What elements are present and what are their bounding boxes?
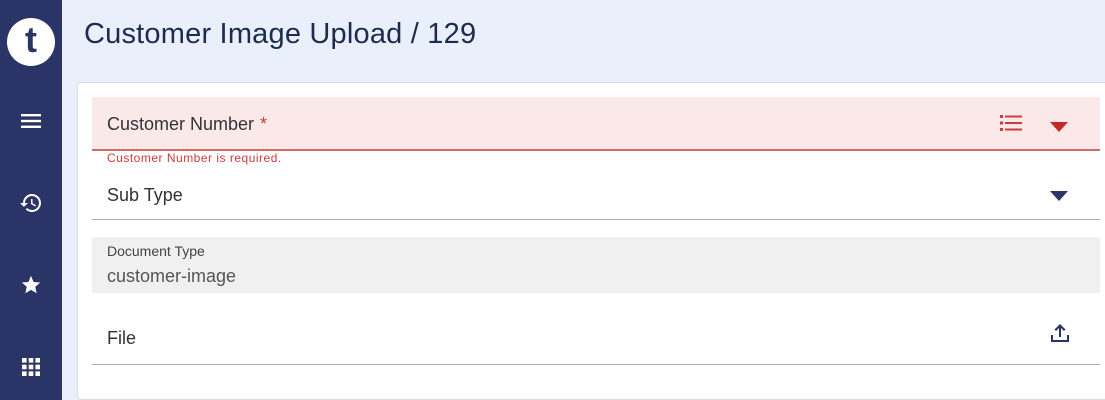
sub-type-select[interactable]: Sub Type [92,168,1100,220]
customer-list-button[interactable] [1000,114,1022,137]
app-logo[interactable]: t [7,18,55,66]
required-mark: * [260,114,268,134]
customer-number-field[interactable]: Customer Number * [92,97,1100,151]
upload-form: Customer Number * Customer Number is requ… [77,82,1105,400]
document-type-value: customer-image [107,266,237,286]
page-title: Customer Image Upload / 129 [84,18,477,50]
sidebar: t [0,0,62,400]
file-label: File [107,328,137,348]
customer-number-error: Customer Number is required. [107,151,282,165]
apps-grid-icon [22,358,40,376]
customer-dropdown-button[interactable] [1050,119,1068,137]
history-button[interactable] [0,183,62,223]
history-icon [20,194,41,212]
favorites-button[interactable] [0,265,62,305]
caret-down-icon [1050,122,1068,132]
list-icon [1000,115,1022,131]
star-icon [21,275,41,294]
file-field[interactable]: File [92,305,1100,365]
customer-number-label: Customer Number * [107,114,268,134]
caret-down-icon [1050,191,1068,201]
menu-button[interactable] [0,101,62,141]
apps-button[interactable] [0,347,62,387]
sub-type-dropdown-button[interactable] [1050,188,1068,206]
upload-button[interactable] [1048,321,1072,350]
document-type-label: Document Type [107,243,205,259]
logo-letter: t [25,19,37,60]
sub-type-label: Sub Type [107,185,183,205]
document-type-field: Document Type customer-image [92,237,1100,293]
menu-icon [21,114,41,128]
upload-icon [1051,324,1069,342]
